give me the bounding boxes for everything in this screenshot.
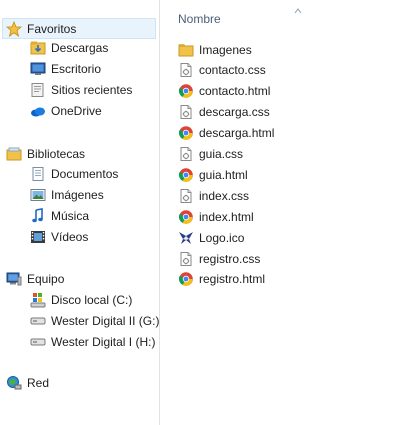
file-name: registro.css [199,251,261,266]
file-name: Imagenes [199,42,252,57]
windows-drive-icon [30,292,46,308]
file-row[interactable]: Imagenes [178,39,252,60]
libraries-icon [6,146,22,162]
file-name: Logo.ico [199,230,245,245]
file-row[interactable]: index.css [178,185,249,206]
hard-drive-icon [30,313,46,329]
chrome-html-icon [178,271,194,287]
css-file-icon [178,104,194,120]
chrome-html-icon [178,125,194,141]
file-name: guia.html [199,167,248,182]
nav-item-imagenes[interactable]: Imágenes [30,185,104,205]
nav-item-musica[interactable]: Música [30,206,89,226]
css-file-icon [178,251,194,267]
chrome-html-icon [178,167,194,183]
file-name: contacto.html [199,84,271,99]
file-name: index.css [199,188,250,203]
videos-icon [30,229,46,245]
music-icon [30,208,46,224]
pictures-icon [30,187,46,203]
documents-icon [30,166,46,182]
nav-equipo[interactable]: Equipo [6,269,64,289]
nav-item-wester-digital-ii-g[interactable]: Wester Digital II (G:) [30,311,159,331]
file-row[interactable]: Logo.ico [178,227,244,248]
star-icon [6,20,22,37]
folder-icon [178,42,194,58]
nav-item-onedrive[interactable]: OneDrive [30,101,102,121]
file-row[interactable]: contacto.css [178,60,266,81]
file-row[interactable]: contacto.html [178,81,270,102]
chrome-html-icon [178,209,194,225]
nav-favorites[interactable]: Favoritos [2,18,156,39]
nav-item-videos[interactable]: Vídeos [30,227,88,247]
navigation-pane: Favoritos Descargas Escritorio Sitios re… [0,0,159,425]
computer-icon [6,271,22,287]
file-name: descarga.css [199,105,270,120]
css-file-icon [178,188,194,204]
file-name: index.html [199,209,254,224]
network-icon [6,375,22,391]
nav-item-descargas[interactable]: Descargas [30,38,108,58]
file-row[interactable]: registro.html [178,269,265,290]
file-row[interactable]: guia.css [178,144,243,165]
desktop-icon [30,61,46,77]
file-name: descarga.html [199,126,275,141]
css-file-icon [178,62,194,78]
chrome-html-icon [178,83,194,99]
nav-item-documentos[interactable]: Documentos [30,164,118,184]
downloads-folder-icon [30,40,46,56]
nav-item-disco-local-c[interactable]: Disco local (C:) [30,290,132,310]
column-header-nombre[interactable]: Nombre [178,12,221,26]
onedrive-cloud-icon [30,103,46,119]
nav-bibliotecas[interactable]: Bibliotecas [6,144,85,164]
nav-item-escritorio[interactable]: Escritorio [30,59,101,79]
recent-places-icon [30,82,46,98]
nav-red[interactable]: Red [6,373,49,393]
hard-drive-icon [30,334,46,350]
file-row[interactable]: descarga.html [178,123,274,144]
file-name: guia.css [199,147,244,161]
logo-ico-icon [178,230,194,246]
css-file-icon [178,146,194,162]
file-row[interactable]: guia.html [178,164,248,185]
file-name: registro.html [199,272,266,287]
nav-item-sitios-recientes[interactable]: Sitios recientes [30,80,132,100]
file-row[interactable]: descarga.css [178,102,270,123]
sort-ascending-icon [294,4,302,14]
file-name: contacto.css [199,63,266,78]
file-row[interactable]: registro.css [178,248,260,269]
file-row[interactable]: index.html [178,206,254,227]
nav-item-wester-digital-i-h[interactable]: Wester Digital I (H:) [30,332,155,352]
file-list-pane: Nombre Imagenes contacto.css contacto.html… [160,0,405,425]
